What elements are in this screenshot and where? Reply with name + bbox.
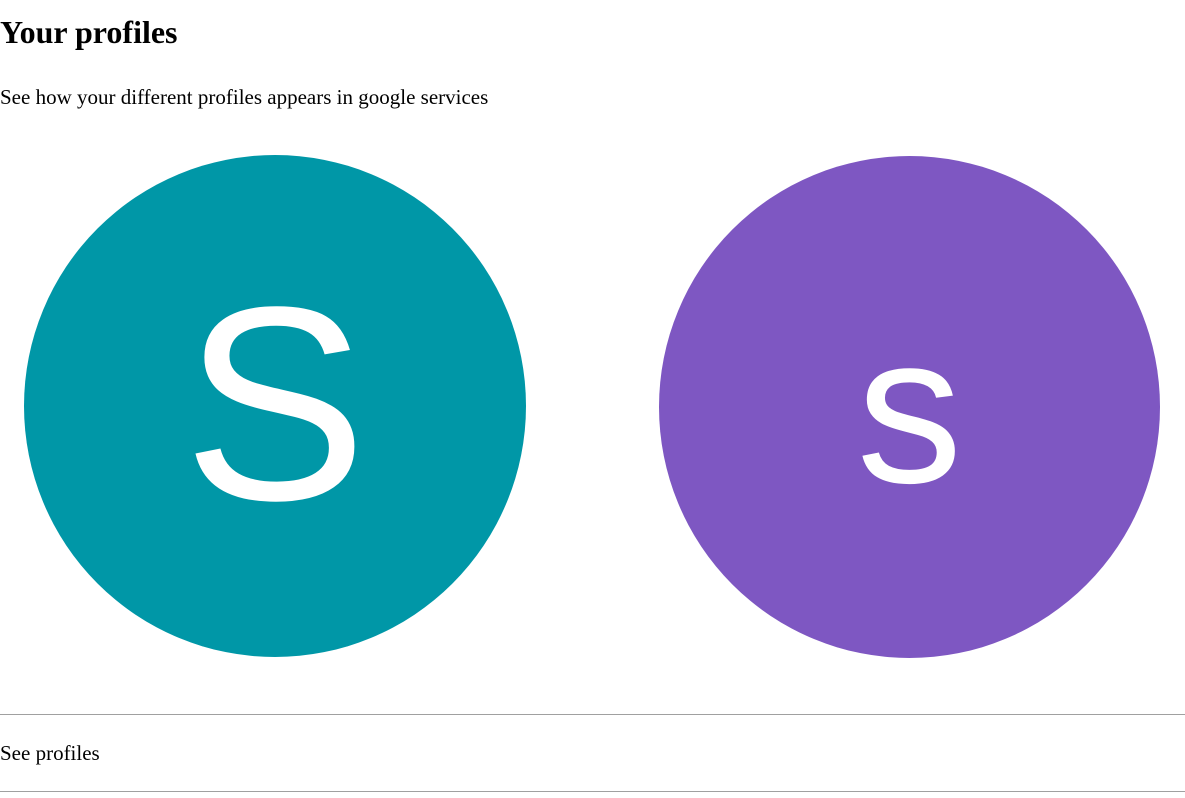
profile-avatar-2: s [659,156,1160,658]
page-subtitle: See how your different profiles appears … [0,85,489,109]
profile-avatar-1: S [24,155,526,657]
divider-bottom [0,791,1185,792]
profile-avatar-1-initial: S [182,250,368,558]
divider-top [0,714,1185,715]
see-profiles-link[interactable]: See profiles [0,740,100,766]
page-title: Your profiles [0,14,178,50]
profiles-page: Your profiles See how your different pro… [0,0,1185,798]
profile-avatar-2-initial: s [856,290,963,527]
